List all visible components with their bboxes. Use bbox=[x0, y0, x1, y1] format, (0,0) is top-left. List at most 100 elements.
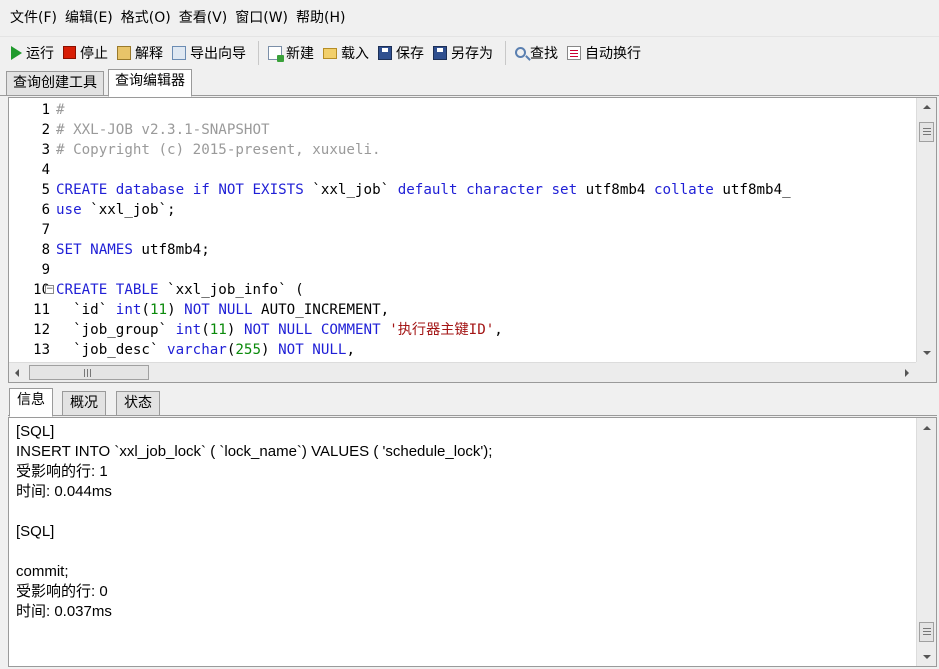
scroll-up-arrow-icon[interactable] bbox=[923, 426, 931, 430]
save-button[interactable]: 保存 bbox=[375, 40, 430, 66]
code-token: utf8mb4; bbox=[132, 242, 210, 258]
scroll-right-arrow-icon[interactable] bbox=[905, 369, 909, 377]
code-token: `id` bbox=[56, 302, 116, 318]
code-token: if bbox=[192, 182, 210, 198]
tab-message[interactable]: 信息 bbox=[9, 388, 53, 417]
line-number: 6 bbox=[41, 202, 50, 218]
line-number: 11 bbox=[33, 302, 50, 318]
menu-format[interactable]: 格式(O) bbox=[117, 0, 175, 36]
code-token: utf8mb4 bbox=[577, 182, 654, 198]
explain-button[interactable]: 解释 bbox=[114, 40, 169, 66]
scroll-left-arrow-icon[interactable] bbox=[15, 369, 19, 377]
tab-query-editor[interactable]: 查询编辑器 bbox=[108, 69, 192, 97]
code-token: ) bbox=[226, 322, 244, 338]
word-wrap-button[interactable]: 自动换行 bbox=[564, 40, 647, 66]
line-number: 3 bbox=[41, 142, 50, 158]
code-token: CREATE bbox=[56, 182, 108, 198]
save-as-button[interactable]: 另存为 bbox=[430, 40, 499, 66]
code-area[interactable]: # # XXL-JOB v2.3.1-SNAPSHOT # Copyright (c… bbox=[56, 98, 914, 362]
scroll-down-arrow-icon[interactable] bbox=[923, 655, 931, 659]
new-button[interactable]: 新建 bbox=[265, 40, 320, 66]
editor-horizontal-scroll-thumb[interactable] bbox=[29, 365, 149, 380]
code-token: varchar bbox=[167, 342, 227, 358]
line-number: 9 bbox=[41, 262, 50, 278]
message-text: [SQL] INSERT INTO `xxl_job_lock` ( `lock_… bbox=[16, 422, 906, 622]
message-output-panel: [SQL] INSERT INTO `xxl_job_lock` ( `lock_… bbox=[8, 417, 937, 667]
code-token: default bbox=[397, 182, 458, 198]
code-token: ) bbox=[261, 342, 279, 358]
word-wrap-label: 自动换行 bbox=[585, 45, 641, 62]
export-wizard-button[interactable]: 导出向导 bbox=[169, 40, 252, 66]
line-number: 8 bbox=[41, 242, 50, 258]
new-file-icon bbox=[268, 45, 284, 62]
code-token: `xxl_job`; bbox=[81, 202, 176, 218]
load-label: 载入 bbox=[341, 45, 369, 62]
line-number: 2 bbox=[41, 122, 50, 138]
explain-label: 解释 bbox=[135, 45, 163, 62]
code-token: NOT bbox=[218, 182, 244, 198]
code-token: # bbox=[56, 102, 65, 118]
menu-edit[interactable]: 编辑(E) bbox=[61, 0, 117, 36]
code-token: TABLE bbox=[115, 282, 159, 298]
menu-file[interactable]: 文件(F) bbox=[6, 0, 61, 36]
menu-help[interactable]: 帮助(H) bbox=[292, 0, 349, 36]
sql-editor[interactable]: 1 2 3 4 5 6 7 8 9 10 11 12 13− # # XXL-JOB v2.3.1-SNA… bbox=[8, 97, 937, 383]
scroll-up-arrow-icon[interactable] bbox=[923, 105, 931, 109]
code-token: NOT bbox=[184, 302, 210, 318]
menu-view[interactable]: 查看(V) bbox=[175, 0, 232, 36]
tab-profile[interactable]: 概况 bbox=[62, 391, 106, 416]
stop-label: 停止 bbox=[80, 45, 108, 62]
load-button[interactable]: 载入 bbox=[320, 40, 375, 66]
stop-icon bbox=[63, 46, 76, 59]
code-token: use bbox=[56, 202, 82, 218]
code-line: use `xxl_job`; bbox=[56, 200, 176, 220]
run-button[interactable]: 运行 bbox=[8, 40, 60, 66]
editor-horizontal-scrollbar[interactable] bbox=[9, 362, 917, 382]
find-button[interactable]: 查找 bbox=[512, 40, 564, 66]
tab-query-builder[interactable]: 查询创建工具 bbox=[6, 71, 104, 96]
output-vertical-scroll-thumb[interactable] bbox=[919, 622, 934, 642]
message-line: INSERT INTO `xxl_job_lock` ( `lock_name`… bbox=[16, 443, 493, 460]
line-number: 13 bbox=[33, 342, 50, 358]
scrollbar-corner bbox=[916, 362, 936, 382]
magnifier-icon bbox=[515, 47, 526, 58]
message-line: 时间: 0.044ms bbox=[16, 483, 112, 500]
scroll-down-arrow-icon[interactable] bbox=[923, 351, 931, 355]
line-number: 10 bbox=[33, 282, 50, 298]
code-token: NULL bbox=[312, 342, 347, 358]
code-token: NOT bbox=[278, 342, 304, 358]
code-token: ( bbox=[141, 302, 150, 318]
code-token: database bbox=[115, 182, 185, 198]
save-as-label: 另存为 bbox=[451, 45, 493, 62]
message-line: [SQL] bbox=[16, 423, 55, 440]
editor-vertical-scrollbar[interactable] bbox=[916, 98, 936, 362]
code-token: `job_desc` bbox=[56, 342, 168, 358]
toolbar-separator bbox=[258, 40, 259, 65]
code-token: NOT bbox=[243, 322, 270, 338]
tab-status[interactable]: 状态 bbox=[116, 391, 160, 416]
output-vertical-scrollbar[interactable] bbox=[916, 418, 936, 666]
code-line: SET NAMES utf8mb4; bbox=[56, 240, 210, 260]
editor-vertical-scroll-thumb[interactable] bbox=[919, 122, 934, 142]
line-number: 12 bbox=[33, 322, 50, 338]
code-token: CREATE bbox=[56, 282, 108, 298]
menu-window[interactable]: 窗口(W) bbox=[231, 0, 292, 36]
stop-button[interactable]: 停止 bbox=[60, 40, 114, 66]
fold-toggle-icon[interactable]: − bbox=[45, 285, 54, 294]
code-token: utf8mb4_ bbox=[713, 182, 791, 198]
code-line: `job_group` int(11) NOT NULL COMMENT '执行… bbox=[56, 320, 503, 340]
code-line: `job_desc` varchar(255) NOT NULL, bbox=[56, 340, 355, 360]
line-number-gutter: 1 2 3 4 5 6 7 8 9 10 11 12 13− bbox=[9, 98, 54, 362]
code-line: CREATE TABLE `xxl_job_info` ( bbox=[56, 280, 304, 300]
code-line: # bbox=[56, 100, 65, 120]
code-token: `xxl_job` bbox=[303, 182, 398, 198]
code-token: , bbox=[346, 342, 355, 358]
code-token: 11 bbox=[149, 302, 168, 318]
code-token: int bbox=[115, 302, 142, 318]
code-token: character bbox=[466, 182, 543, 198]
